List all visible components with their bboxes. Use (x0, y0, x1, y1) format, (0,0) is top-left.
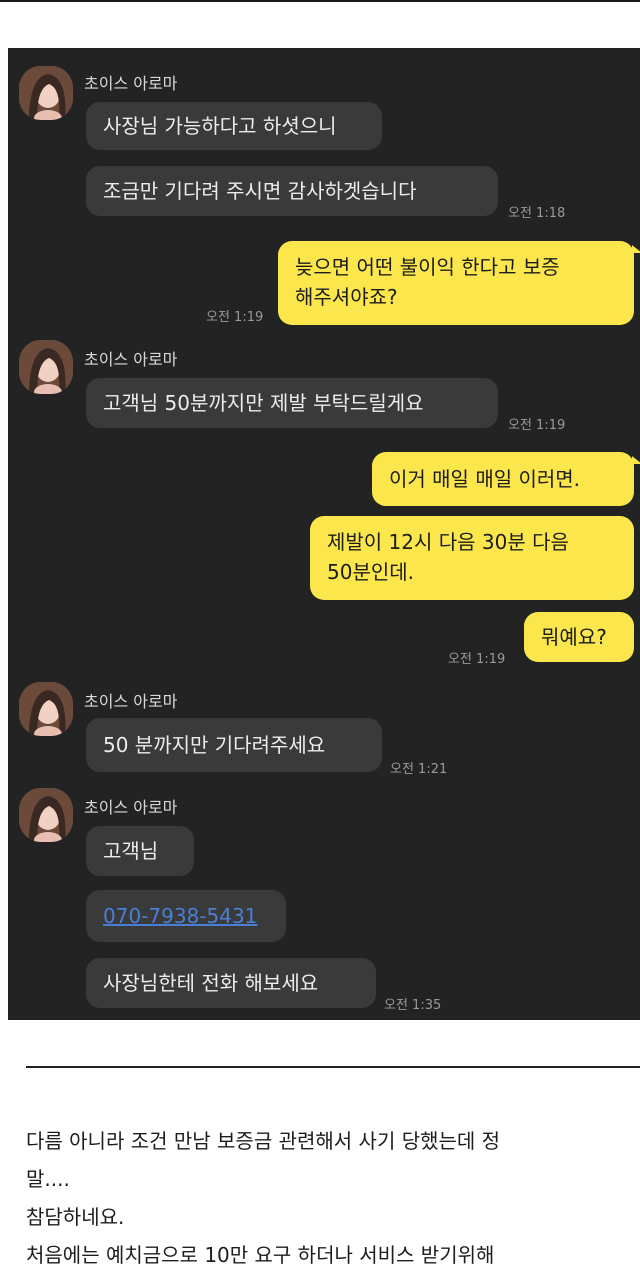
sender-avatar[interactable] (19, 66, 73, 120)
sender-name: 초이스 아로마 (84, 692, 178, 711)
chat-screenshot: 초이스 아로마 사장님 가능하다고 하셧으니 조금만 기다려 주시면 감사하겟습… (8, 48, 640, 1020)
bubble-tail (632, 245, 640, 253)
message-bubble-outgoing[interactable]: 이거 매일 매일 이러면. (372, 452, 634, 506)
message-bubble-outgoing[interactable]: 뭐예요? (524, 612, 634, 662)
post-text-line: 다름 아니라 조건 만남 보증금 관련해서 사기 당했는데 정 (26, 1129, 501, 1153)
sender-avatar[interactable] (19, 788, 73, 842)
message-text: 해주셔야죠? (295, 285, 398, 309)
sender-name: 초이스 아로마 (84, 350, 178, 369)
post-body: 다름 아니라 조건 만남 보증금 관련해서 사기 당했는데 정 말.... 참담… (26, 1122, 636, 1274)
message-bubble[interactable]: 고객님 50분까지만 제발 부탁드릴게요 (86, 378, 498, 428)
phone-link-bubble[interactable]: 070-7938-5431 (86, 890, 286, 942)
message-text: 50분인데. (327, 560, 415, 584)
message-timestamp: 오전 1:19 (508, 418, 566, 433)
section-divider (26, 1066, 640, 1068)
message-timestamp: 오전 1:35 (384, 998, 442, 1013)
message-bubble[interactable]: 고객님 (86, 826, 194, 876)
message-bubble[interactable]: 사장님한테 전화 해보세요 (86, 958, 376, 1008)
message-timestamp: 오전 1:19 (448, 652, 506, 667)
sender-name: 초이스 아로마 (84, 74, 178, 93)
message-text: 늦으면 어떤 불이익 한다고 보증 (295, 255, 560, 279)
phone-number-link[interactable]: 070-7938-5431 (103, 904, 257, 928)
message-timestamp: 오전 1:18 (508, 206, 566, 221)
post-text-line: 참담하네요. (26, 1205, 125, 1229)
sender-avatar[interactable] (19, 682, 73, 736)
sender-name: 초이스 아로마 (84, 798, 178, 817)
message-bubble[interactable]: 조금만 기다려 주시면 감사하겟습니다 (86, 166, 498, 216)
message-text: 제발이 12시 다음 30분 다음 (327, 530, 569, 554)
message-bubble-outgoing[interactable]: 제발이 12시 다음 30분 다음 50분인데. (310, 516, 634, 600)
message-timestamp: 오전 1:19 (206, 310, 264, 325)
message-bubble-outgoing[interactable]: 늦으면 어떤 불이익 한다고 보증 해주셔야죠? (278, 241, 634, 325)
sender-avatar[interactable] (19, 340, 73, 394)
post-text-line: 처음에는 예치금으로 10만 요구 하더나 서비스 받기위해 (26, 1243, 495, 1267)
post-text-line: 말.... (26, 1167, 70, 1191)
message-bubble[interactable]: 사장님 가능하다고 하셧으니 (86, 102, 382, 150)
bubble-tail (632, 456, 640, 464)
message-bubble[interactable]: 50 분까지만 기다려주세요 (86, 718, 382, 772)
top-divider (0, 0, 640, 2)
message-timestamp: 오전 1:21 (390, 762, 448, 777)
